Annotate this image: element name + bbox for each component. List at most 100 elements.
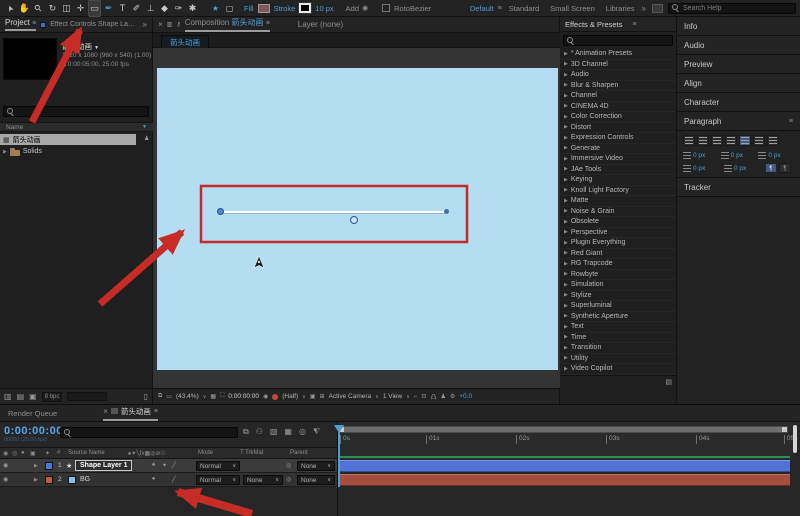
project-item-solids[interactable]: ▶ Solids [0, 146, 153, 157]
expander-icon[interactable]: ▶ [34, 463, 38, 469]
quality-switch-icon[interactable]: ♠ [152, 462, 155, 468]
panel-menu-icon[interactable]: ≡ [154, 408, 158, 415]
mode-column-header[interactable]: Mode [198, 450, 213, 456]
fx-category[interactable]: ▶ Simulation [560, 280, 676, 291]
stroke-label[interactable]: Stroke [274, 4, 296, 13]
label-color-chip[interactable] [45, 462, 53, 470]
eraser-tool[interactable]: ◆ [158, 1, 171, 16]
panel-character[interactable]: Character [677, 93, 800, 112]
disclosure-icon[interactable]: ▶ [3, 149, 7, 155]
layer-bar-shape[interactable] [338, 460, 790, 472]
disclosure-icon[interactable]: ▶ [564, 103, 568, 109]
fx-category[interactable]: ▶ Expression Controls [560, 133, 676, 144]
fill-swatch[interactable] [258, 4, 270, 13]
dropdown-icon[interactable]: ∨ [375, 394, 379, 400]
timeline-button-icon[interactable]: 凸 [430, 392, 436, 401]
panel-menu-icon[interactable]: ≡ [632, 21, 636, 28]
disclosure-icon[interactable]: ▶ [564, 240, 568, 246]
disclosure-icon[interactable]: ▶ [564, 166, 568, 172]
timeline-search-input[interactable] [60, 427, 238, 438]
project-item-composition[interactable]: ▦ 箭头动画 [0, 134, 136, 145]
tab-effect-controls[interactable]: Effect Controls Shape Layer 1 [50, 21, 136, 28]
parent-pickwhip-icon[interactable]: ◎ [286, 476, 291, 483]
comp-timecode[interactable]: 0:00:00:00 [228, 393, 259, 400]
more-workspaces-icon[interactable]: » [642, 4, 646, 13]
fx-category[interactable]: ▶ Color Correction [560, 112, 676, 123]
panel-preview[interactable]: Preview [677, 55, 800, 74]
path-vertex-right[interactable] [444, 209, 449, 214]
fx-category[interactable]: ▶ Channel [560, 91, 676, 102]
parent-column-header[interactable]: Parent [290, 450, 308, 456]
layer-name-editing[interactable]: Shape Layer 1 [75, 460, 132, 471]
motion-blur-icon[interactable]: ◎ [299, 427, 306, 437]
roi-icon[interactable]: ▣ [310, 393, 316, 400]
work-area-bar[interactable] [338, 426, 788, 433]
fast-previews-icon[interactable]: ⊡ [421, 393, 426, 400]
fx-category[interactable]: ▶ Obsolete [560, 217, 676, 228]
layer-row-shape[interactable]: ◉ ▶ 1 ★ Shape Layer 1 ♠ ✦ ╱ Normal∨ ◎ No… [0, 459, 337, 473]
layer-row-bg[interactable]: ◉ ▶ 2 BG ♠ ╱ Normal∨ None∨ ◎ None∨ [0, 473, 337, 487]
show-channel-icon[interactable] [272, 394, 278, 400]
indent-firstline-field[interactable]: 0 px [721, 152, 757, 159]
disclosure-icon[interactable]: ▶ [564, 177, 568, 183]
fx-category[interactable]: ▶ JAe Tools [560, 165, 676, 176]
project-name-column-header[interactable]: Name ▼ [0, 122, 153, 132]
disclosure-icon[interactable]: ▶ [564, 355, 568, 361]
current-time-display[interactable]: 0:00:00:00 [4, 425, 63, 437]
draft-3d-icon[interactable]: ⚇ [256, 427, 263, 437]
fx-category[interactable]: ▶ Superluminal [560, 301, 676, 312]
tool-creates-shape-icon[interactable]: ★ [209, 1, 222, 16]
blend-mode-select[interactable]: Normal∨ [196, 461, 240, 471]
fx-category[interactable]: ▶ Transition [560, 343, 676, 354]
fx-category[interactable]: ▶ Perspective [560, 228, 676, 239]
stroke-width-value[interactable]: 10 px [315, 4, 333, 13]
new-composition-icon[interactable]: ▣ [29, 392, 37, 401]
disclosure-icon[interactable]: ▶ [564, 135, 568, 141]
fx-category[interactable]: ▶ Red Giant [560, 249, 676, 260]
disclosure-icon[interactable]: ▶ [564, 250, 568, 256]
tab-project[interactable]: Project ≡ [5, 18, 36, 31]
fx-category[interactable]: ▶ Stylize [560, 291, 676, 302]
stroke-swatch[interactable] [299, 3, 311, 13]
disclosure-icon[interactable]: ▶ [564, 261, 568, 267]
disclosure-icon[interactable]: ▶ [564, 282, 568, 288]
flowchart-icon[interactable]: ♟ [440, 393, 445, 400]
fx-category[interactable]: ▶ * Animation Presets [560, 49, 676, 60]
camera-tool[interactable]: ◫ [60, 1, 73, 16]
layer-name[interactable]: BG [80, 476, 90, 483]
dropdown-icon[interactable]: ∨ [203, 394, 207, 400]
quality-switch-icon[interactable]: ♠ [152, 476, 155, 482]
panel-menu-icon[interactable]: ≡ [266, 20, 270, 27]
disclosure-icon[interactable]: ▶ [564, 208, 568, 214]
panel-info[interactable]: Info [677, 17, 800, 36]
disclosure-icon[interactable]: ▶ [564, 271, 568, 277]
pen-tool[interactable]: ✒ [102, 1, 115, 16]
justify-all-button[interactable] [767, 135, 779, 146]
quality-slash-icon[interactable]: ╱ [172, 476, 176, 483]
panel-align[interactable]: Align [677, 74, 800, 93]
parent-select[interactable]: None∨ [297, 475, 335, 485]
workspace-tab-small-screen[interactable]: Small Screen [550, 4, 595, 13]
parent-pickwhip-icon[interactable]: ◎ [286, 462, 291, 469]
fx-category[interactable]: ▶ Immersive Video [560, 154, 676, 165]
graph-editor-icon[interactable]: ⧨ [313, 427, 320, 437]
fx-category[interactable]: ▶ Matte [560, 196, 676, 207]
disclosure-icon[interactable]: ▶ [564, 366, 568, 372]
tab-composition[interactable]: Composition 箭头动画 ≡ [185, 17, 270, 32]
disclosure-icon[interactable]: ▶ [564, 156, 568, 162]
fx-category[interactable]: ▶ Synthetic Aperture [560, 312, 676, 323]
magnification-ratio[interactable]: (43.4%) [176, 393, 199, 400]
disclosure-icon[interactable]: ▶ [564, 324, 568, 330]
roto-brush-tool[interactable]: ✑ [172, 1, 185, 16]
more-tabs-icon[interactable]: » [143, 20, 147, 29]
tab-layer[interactable]: Layer (none) [298, 20, 343, 29]
puppet-pin-tool[interactable]: ✱ [186, 1, 199, 16]
grid-guides-icon[interactable]: ▦ [210, 393, 216, 400]
disclosure-icon[interactable]: ▶ [564, 93, 568, 99]
disclosure-icon[interactable]: ▶ [564, 198, 568, 204]
indent-right-field[interactable]: 0 px [758, 152, 794, 159]
project-search-input[interactable] [3, 106, 149, 117]
eye-icon[interactable]: ◉ [3, 476, 8, 483]
expander-icon[interactable]: ▶ [34, 477, 38, 483]
time-ruler[interactable]: 0s 01s 02s 03s 04s 05s [338, 422, 793, 459]
